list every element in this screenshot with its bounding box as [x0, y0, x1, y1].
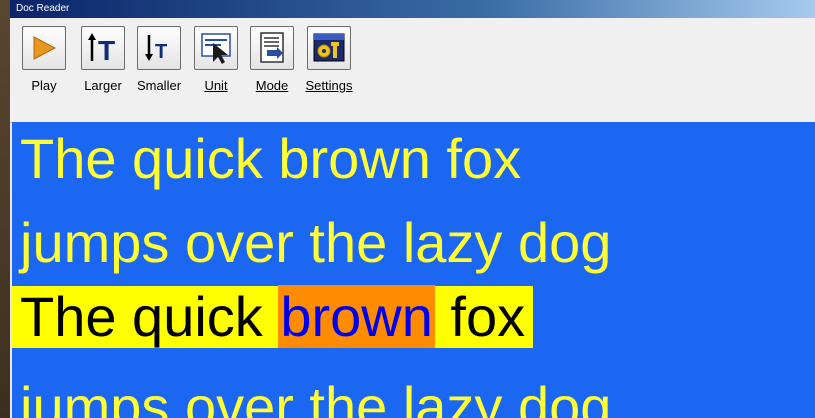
reading-pane[interactable]: The quick brown fox jumps over the lazy …	[12, 122, 815, 418]
smaller-text-icon: T	[137, 26, 181, 70]
text-line-4: jumps over the lazy dog	[20, 375, 612, 418]
toolbar: Play T Larger T Smaller Unit Mode Settin…	[10, 18, 815, 123]
smaller-button[interactable]: T Smaller	[129, 26, 189, 93]
unit-label: Unit	[204, 78, 228, 93]
settings-button[interactable]: Settings	[299, 26, 359, 93]
line3-after: fox	[434, 285, 526, 348]
mode-button[interactable]: Mode	[242, 26, 302, 93]
larger-button[interactable]: T Larger	[73, 26, 133, 93]
mode-label: Mode	[255, 78, 289, 93]
play-icon	[22, 26, 66, 70]
settings-icon	[307, 26, 351, 70]
app-window: Doc Reader Play T Larger T Smaller Unit …	[10, 0, 815, 418]
current-line-highlight: The quick brown fox	[12, 285, 534, 348]
smaller-label: Smaller	[136, 78, 182, 93]
svg-text:T: T	[155, 41, 167, 63]
text-line-2: jumps over the lazy dog	[20, 211, 612, 274]
title-bar: Doc Reader	[10, 0, 815, 18]
larger-label: Larger	[84, 78, 122, 93]
play-button[interactable]: Play	[14, 26, 74, 93]
svg-text:T: T	[98, 35, 115, 65]
line3-before: The quick	[20, 285, 279, 348]
unit-button[interactable]: Unit	[186, 26, 246, 93]
play-label: Play	[31, 78, 57, 93]
unit-select-icon	[194, 26, 238, 70]
settings-label: Settings	[305, 78, 353, 93]
text-line-1: The quick brown fox	[20, 127, 522, 190]
mode-document-icon	[250, 26, 294, 70]
current-word-highlight: brown	[278, 285, 435, 348]
larger-text-icon: T	[81, 26, 125, 70]
